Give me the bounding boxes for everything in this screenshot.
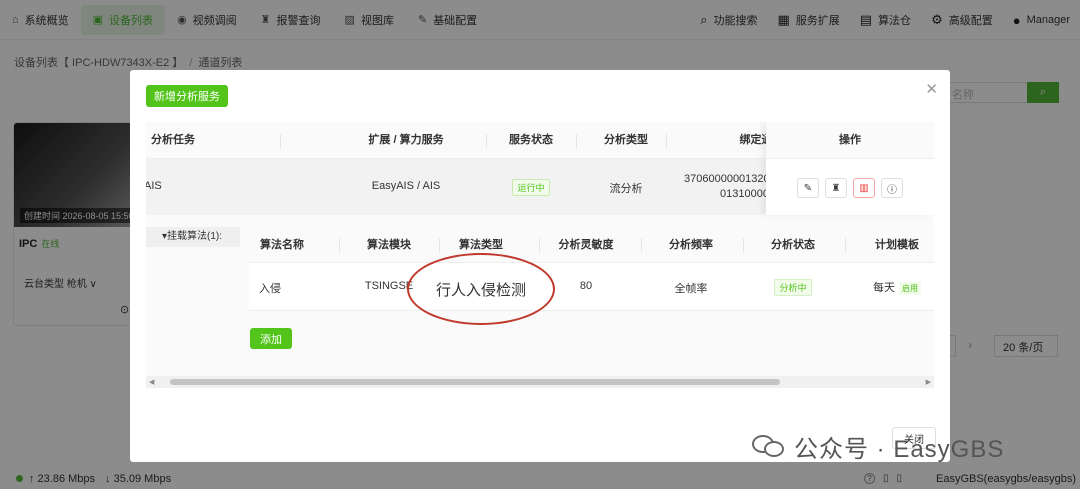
col-divider [439,238,440,252]
watermark-text: 公众号 · EasyGBS [794,435,1005,463]
th-type: 分析类型 [604,134,648,146]
analysis-service-modal: ✕ 新增分析服务 分析任务 扩展 / 算力服务 服务状态 分析类型 绑定通 AI… [130,70,950,462]
th-plan: 计划模板 [875,239,919,251]
col-divider [666,134,667,148]
th-algo-name: 算法名称 [260,239,304,251]
scroll-right-icon[interactable]: ▶ [926,378,931,386]
col-divider [845,238,846,252]
col-divider [539,238,540,252]
th-analysis-status: 分析状态 [771,239,815,251]
mount-button[interactable]: ♜ [825,178,847,198]
wechat-logo-icon [752,433,786,459]
analysis-status-badge: 分析中 [774,279,812,296]
mounted-algo-label[interactable]: ▾挂载算法(1): [146,227,240,247]
th-sensitivity: 分析灵敏度 [558,239,614,251]
delete-button[interactable]: ▥ [853,178,875,198]
alarm-icon: ♜ [831,182,841,194]
horizontal-scrollbar[interactable]: ◀ ▶ [146,376,934,388]
status-badge: 运行中 [512,179,550,196]
th-ops: 操作 [766,122,934,159]
info-button[interactable]: ⓘ [881,178,903,198]
algo-table: 算法名称 算法模块 算法类型 分析灵敏度 分析频率 分析状态 计划模板 入侵 T… [249,227,934,311]
th-status: 服务状态 [509,134,553,146]
td-service: EasyAIS / AIS [371,180,441,192]
ops-column: 操作 ✎ ♜ ▥ ⓘ [766,122,934,215]
td-sensitivity: 80 [579,280,593,292]
edit-icon: ✎ [803,182,813,194]
td-algo-name: 入侵 [259,283,281,295]
algo-table-header: 算法名称 算法模块 算法类型 分析灵敏度 分析频率 分析状态 计划模板 [249,227,934,263]
col-divider [743,238,744,252]
th-frequency: 分析频率 [669,239,713,251]
trash-icon: ▥ [859,182,869,194]
add-analysis-service-button[interactable]: 新增分析服务 [146,85,228,107]
td-plan: 每天 启用 [873,279,921,295]
watermark: 公众号 · EasyGBS [752,426,1004,466]
td-type: 流分析 [609,183,643,195]
td-task: AIS [146,180,162,192]
scroll-left-icon[interactable]: ◀ [149,378,154,386]
th-service: 扩展 / 算力服务 [368,134,444,146]
td-analysis-status: 分析中 [753,279,833,296]
edit-button[interactable]: ✎ [797,178,819,198]
col-divider [641,238,642,252]
col-divider [486,134,487,148]
annotation-text: 行人入侵检测 [435,281,526,299]
col-divider [576,134,577,148]
td-frequency: 全帧率 [674,283,708,295]
plan-enabled-tag: 启用 [899,282,921,295]
algo-row: 入侵 TSINGSE 80 全帧率 分析中 每天 启用 [249,263,934,311]
th-algo-module: 算法模块 [367,239,411,251]
annotation-ellipse: 行人入侵检测 [407,253,555,325]
add-algorithm-button[interactable]: 添加 [250,328,292,349]
th-task: 分析任务 [151,134,195,146]
close-icon[interactable]: ✕ [925,82,938,97]
scroll-thumb[interactable] [170,379,780,385]
col-divider [280,134,281,148]
info-icon: ⓘ [887,184,897,196]
td-status: 运行中 [491,179,571,196]
col-divider [339,238,340,252]
